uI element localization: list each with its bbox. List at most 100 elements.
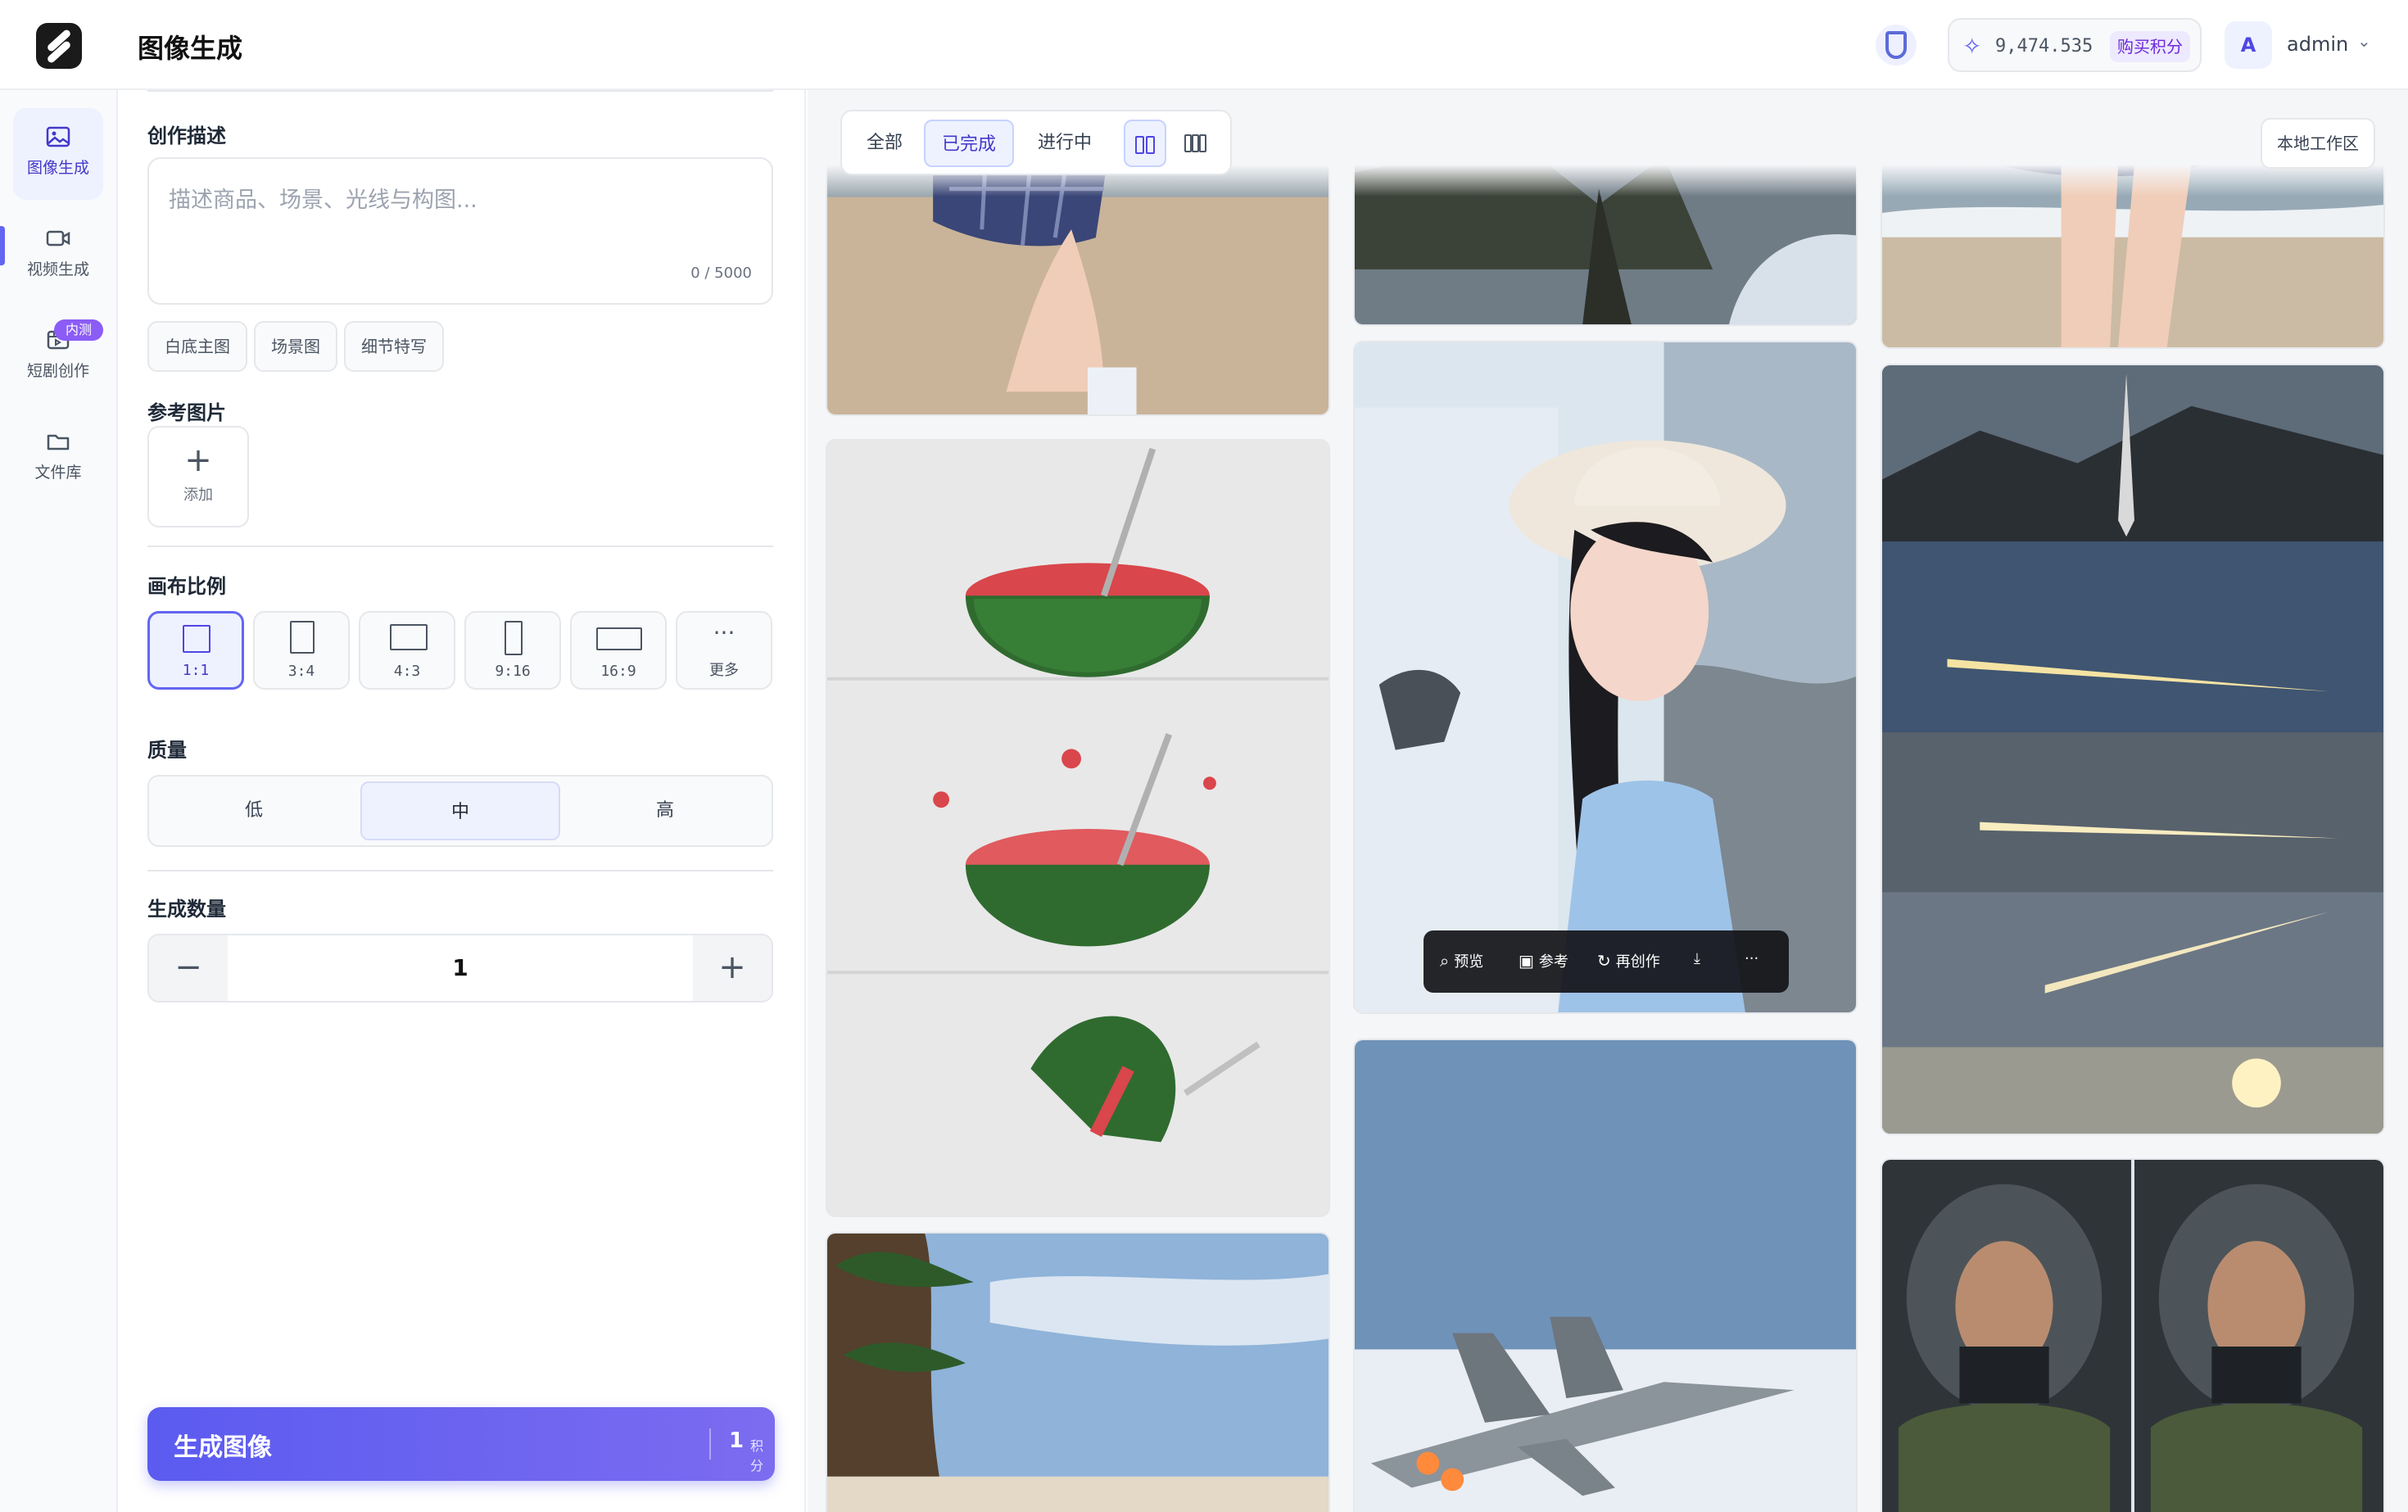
reference-label: 参考图片 — [147, 401, 226, 424]
chip-white-background[interactable]: 白底主图 — [147, 321, 247, 372]
generate-cost-unit: 积分 — [750, 1438, 764, 1474]
ratio-3-4[interactable]: 3:4 — [253, 611, 350, 690]
beta-badge: 内测 — [54, 319, 103, 341]
ratio-9-16[interactable]: 9:16 — [464, 611, 561, 690]
quantity-stepper: − 1 + — [147, 934, 773, 1003]
ratio-more[interactable]: ··· 更多 — [676, 611, 772, 690]
layout-three-column-button[interactable] — [1176, 120, 1219, 167]
download-icon[interactable]: ⤓ — [1694, 950, 1700, 967]
column-icon — [1199, 134, 1206, 152]
column-icon — [1192, 134, 1199, 152]
quality-low[interactable]: 低 — [154, 781, 354, 840]
filter-completed[interactable]: 已完成 — [924, 120, 1014, 167]
refresh-icon: ↻ — [1597, 951, 1611, 971]
preview-action[interactable]: ⌕ 预览 — [1440, 950, 1483, 971]
decrement-button[interactable]: − — [149, 935, 228, 1001]
ratio-1-1[interactable]: 1:1 — [147, 611, 244, 690]
generate-label: 生成图像 — [174, 1433, 272, 1462]
add-label: 添加 — [183, 487, 213, 504]
more-icon: ··· — [713, 619, 736, 646]
local-workspace-button[interactable]: 本地工作区 — [2261, 118, 2375, 169]
credits-panel: ✧ 9,474.535 购买积分 — [1948, 18, 2202, 72]
coastal-pine-image — [827, 1234, 1328, 1512]
column-icon — [1135, 136, 1144, 154]
prompt-input[interactable]: 描述商品、场景、光线与构图... 0 / 5000 — [147, 157, 773, 305]
widescreen-icon — [596, 627, 642, 650]
ratio-text: 4:3 — [393, 663, 421, 680]
image-action-bar: ⌕ 预览 ▣ 参考 ↻ 再创作 ⤓ ··· — [1424, 930, 1789, 993]
divider — [147, 545, 773, 547]
sword-fantasy-image — [1882, 365, 2383, 1134]
top-bar: 图像生成 ✧ 9,474.535 购买积分 A admin ⌄ — [0, 0, 2408, 90]
folder-icon — [47, 434, 70, 450]
ratio-16-9[interactable]: 16:9 — [570, 611, 667, 690]
control-panel: 创作描述 描述商品、场景、光线与构图... 0 / 5000 白底主图 场景图 … — [118, 90, 806, 1512]
chevron-down-icon[interactable]: ⌄ — [2357, 31, 2371, 51]
image-card-coastal-pine[interactable] — [826, 1232, 1330, 1512]
gallery: 全部 已完成 进行中 本地工作区 ⌕ 预览 ▣ 参考 ↻ 再创作 ⤓ ··· — [808, 90, 2408, 1512]
buy-credits-button[interactable]: 购买积分 — [2110, 31, 2190, 62]
column-icon — [1184, 134, 1192, 152]
image-card-sword-fantasy[interactable] — [1881, 364, 2385, 1135]
image-card-girl-sunhat[interactable] — [1353, 341, 1858, 1014]
nav-item-video[interactable]: 视频生成 — [13, 210, 103, 301]
nav-label: 文件库 — [34, 464, 82, 482]
ratio-label: 画布比例 — [147, 575, 226, 598]
portrait-icon — [290, 621, 315, 654]
divider — [147, 870, 773, 871]
app-logo[interactable] — [36, 23, 82, 69]
layout-two-column-button[interactable] — [1124, 120, 1166, 167]
quantity-label: 生成数量 — [147, 898, 226, 921]
nav-label: 图像生成 — [26, 159, 89, 177]
nav-item-files[interactable]: 文件库 — [13, 413, 103, 505]
ratio-more-text: 更多 — [709, 662, 739, 679]
image-icon: ▣ — [1519, 951, 1534, 971]
nav-label: 视频生成 — [26, 260, 89, 278]
ratio-text: 9:16 — [495, 663, 531, 680]
quality-medium[interactable]: 中 — [360, 781, 560, 840]
sparkle-icon: ✧ — [1962, 33, 1982, 60]
reference-action[interactable]: ▣ 参考 — [1519, 950, 1568, 971]
chip-scene[interactable]: 场景图 — [254, 321, 337, 372]
page-title: 图像生成 — [138, 33, 243, 64]
ratio-4-3[interactable]: 4:3 — [359, 611, 455, 690]
fighter-jet-image — [1355, 1040, 1856, 1512]
zoom-icon: ⌕ — [1440, 951, 1450, 971]
image-card-watermelon[interactable] — [826, 439, 1330, 1217]
more-icon[interactable]: ··· — [1745, 950, 1758, 967]
quality-selector: 低 中 高 — [147, 775, 773, 847]
recreate-action[interactable]: ↻ 再创作 — [1597, 950, 1660, 971]
chip-detail-closeup[interactable]: 细节特写 — [344, 321, 444, 372]
prompt-counter: 0 / 5000 — [690, 265, 752, 282]
increment-button[interactable]: + — [693, 935, 772, 1001]
filter-in-progress[interactable]: 进行中 — [1019, 120, 1111, 167]
mascot-icon[interactable] — [1876, 25, 1917, 66]
nav-label: 短剧创作 — [26, 362, 89, 380]
image-card-fighter-jet[interactable] — [1353, 1039, 1858, 1512]
user-menu[interactable]: A admin ⌄ — [2225, 18, 2388, 72]
prompt-label: 创作描述 — [147, 124, 226, 147]
avatar[interactable]: A — [2225, 21, 2272, 69]
reference-action-label: 参考 — [1538, 953, 1568, 971]
filter-all[interactable]: 全部 — [850, 120, 919, 167]
divider — [147, 90, 773, 92]
square-icon — [183, 625, 210, 653]
add-reference-button[interactable]: + 添加 — [147, 426, 249, 527]
generate-separator — [709, 1428, 711, 1460]
user-name[interactable]: admin — [2287, 33, 2348, 56]
landscape-icon — [390, 624, 428, 650]
preview-label: 预览 — [1454, 953, 1484, 971]
plus-icon: + — [184, 441, 212, 479]
left-nav: 图像生成 视频生成 短剧创作 内测 文件库 — [0, 90, 118, 1512]
image-card-pilots[interactable] — [1881, 1158, 2385, 1512]
credits-value: 9,474.535 — [1995, 36, 2093, 57]
nav-item-image[interactable]: 图像生成 — [13, 108, 103, 200]
quality-high[interactable]: 高 — [565, 781, 765, 840]
recreate-label: 再创作 — [1615, 953, 1660, 971]
generate-button[interactable]: 生成图像 1 积分 — [147, 1407, 775, 1481]
filter-toolbar: 全部 已完成 进行中 — [840, 110, 1232, 175]
girl-sunhat-image — [1355, 342, 1856, 1012]
image-icon — [46, 126, 70, 147]
quantity-value[interactable]: 1 — [228, 935, 693, 1001]
ratio-text: 3:4 — [287, 663, 315, 680]
